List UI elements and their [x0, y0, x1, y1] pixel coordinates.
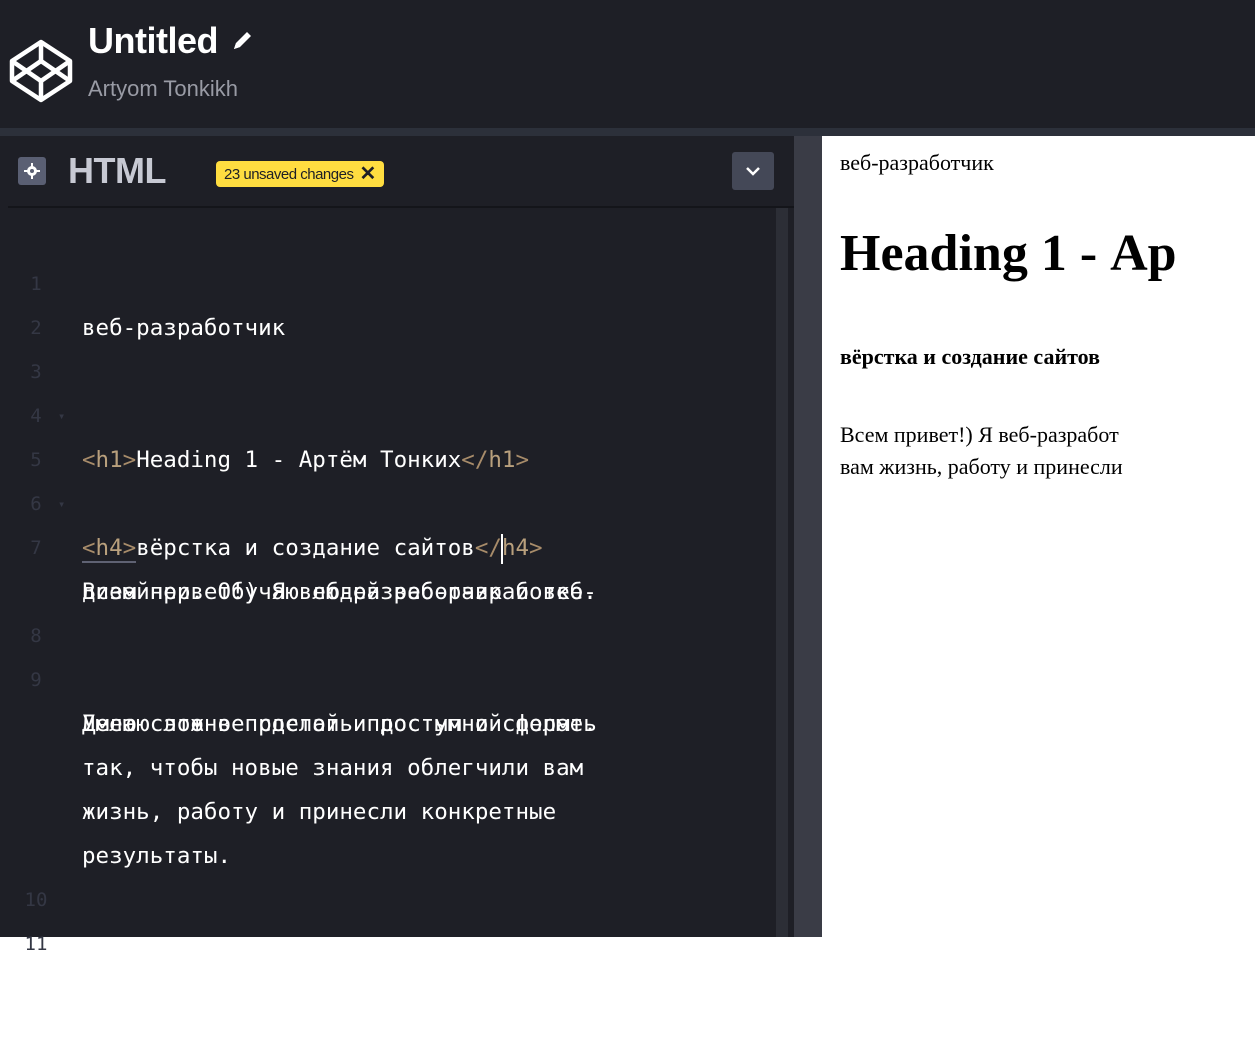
editor-scrollbar[interactable]: [776, 208, 788, 937]
code-area[interactable]: 1 веб-разработчик 2 3 ▾ <h1>Heading 1 - …: [8, 208, 794, 1001]
pencil-icon[interactable]: [228, 27, 256, 55]
result-preview: веб-разработчик Heading 1 - Ар вёрстка и…: [822, 136, 1255, 937]
preview-paragraph: Всем привет!) Я веб-разработ вам жизнь, …: [840, 419, 1123, 483]
unsaved-changes-badge[interactable]: 23 unsaved changes ✕: [216, 161, 384, 187]
editor-settings-button[interactable]: [18, 157, 46, 185]
line-number: 11: [24, 933, 48, 955]
editor-header: HTML 23 unsaved changes ✕: [8, 136, 794, 208]
gear-icon: [24, 163, 40, 179]
preview-paragraph-line: вам жизнь, работу и принесли: [840, 454, 1123, 479]
preview-heading-4: вёрстка и создание сайтов: [840, 344, 1100, 369]
editor-left-edge: [0, 136, 8, 937]
x-icon[interactable]: ✕: [359, 164, 376, 184]
preview-paragraph-line: Всем привет!) Я веб-разработ: [840, 422, 1119, 447]
preview-heading-1: Heading 1 - Ар: [840, 225, 1177, 282]
codepen-logo-icon[interactable]: [8, 38, 74, 104]
chevron-down-icon: [746, 167, 760, 176]
html-editor: HTML 23 unsaved changes ✕ 1 веб-разработ…: [8, 136, 794, 1001]
pen-title[interactable]: Untitled: [88, 20, 256, 62]
header-divider: [0, 128, 1255, 136]
preview-text: веб-разработчик: [840, 150, 994, 175]
unsaved-changes-text: 23 unsaved changes: [224, 165, 354, 183]
panel-resize-gutter[interactable]: [794, 136, 822, 937]
code-line: 11 ВКонтакте Instagram: [8, 878, 768, 1054]
code-text: ВКонтакте Instagram: [82, 975, 340, 1001]
pen-author[interactable]: Artyom Tonkikh: [88, 76, 238, 102]
pen-title-text[interactable]: Untitled: [88, 20, 218, 62]
editor-dropdown-button[interactable]: [732, 152, 774, 190]
pen-header: Untitled Artyom Tonkikh: [0, 0, 1255, 128]
editor-title: HTML: [68, 150, 166, 191]
